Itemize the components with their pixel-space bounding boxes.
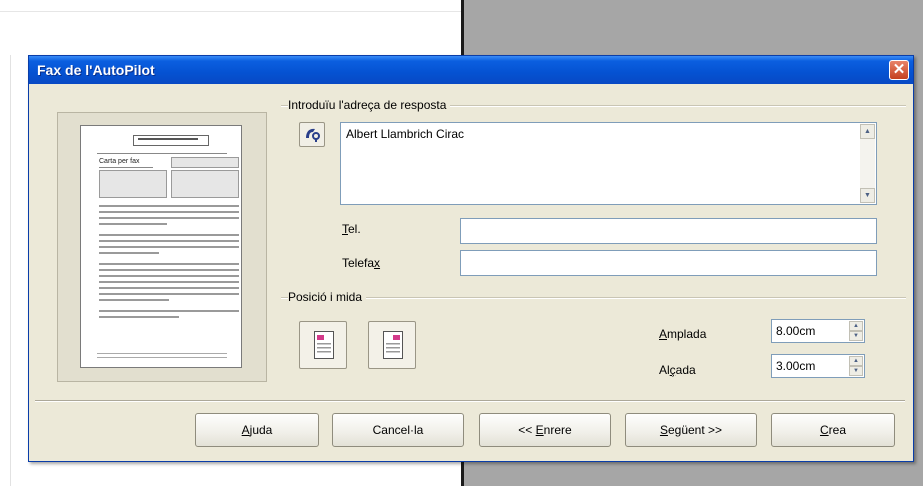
preview-text-line [99, 246, 239, 248]
arrow-up-icon: ▲ [864, 128, 871, 135]
window-title: Fax de l'AutoPilot [37, 62, 155, 78]
address-book-button[interactable] [299, 122, 325, 147]
help-button[interactable]: Ajuda [195, 413, 319, 447]
preview-text-line [99, 299, 169, 301]
dialog-body: Carta per fax Introduïu l'adreça de resp… [29, 84, 913, 461]
height-label: Alçada [659, 363, 696, 377]
preview-text-line [99, 211, 239, 213]
next-button[interactable]: Següent >> [625, 413, 757, 447]
width-label: Amplada [659, 327, 707, 341]
preview-text-line [99, 205, 239, 207]
back-button[interactable]: << Enrere [479, 413, 611, 447]
preview-text-line [99, 252, 159, 254]
preview-title-box [133, 135, 209, 146]
preview-text-line [99, 310, 239, 312]
fax-label: Telefax [342, 256, 381, 270]
preview-heading-text: Carta per fax [99, 158, 140, 165]
close-button[interactable]: ✕ [889, 60, 909, 80]
create-button[interactable]: Crea [771, 413, 895, 447]
preview-text-line [99, 316, 179, 318]
background-ruler-line [0, 11, 463, 12]
preview-recipient-box [171, 170, 239, 198]
height-decrease-button[interactable]: ▼ [849, 366, 863, 376]
preview-text-line [99, 269, 239, 271]
scroll-up-button[interactable]: ▲ [860, 124, 875, 139]
preview-text-line [99, 281, 239, 283]
preview-text-line [99, 240, 239, 242]
title-bar[interactable]: Fax de l'AutoPilot ✕ [29, 56, 913, 84]
reply-address-textarea[interactable]: Albert Llambrich Cirac ▲ ▼ [340, 122, 877, 205]
fax-input[interactable] [460, 250, 877, 276]
position-right-button[interactable] [368, 321, 416, 369]
position-size-group-label: Posició i mida [288, 290, 367, 304]
address-book-icon [306, 128, 320, 142]
reply-address-group-label: Introduïu l'adreça de resposta [288, 98, 451, 112]
position-left-button[interactable] [299, 321, 347, 369]
preview-heading-underline [99, 167, 153, 168]
preview-text-line [99, 234, 239, 236]
cancel-button[interactable]: Cancel·la [332, 413, 464, 447]
page-layout-left-icon [314, 331, 334, 359]
preview-text-line [99, 275, 239, 277]
preview-text-line [99, 293, 239, 295]
fax-preview-page: Carta per fax [80, 125, 242, 368]
height-spinner-buttons: ▲ ▼ [849, 356, 863, 376]
preview-header-box [171, 157, 239, 168]
preview-text-line [99, 287, 239, 289]
preview-rule [97, 153, 227, 154]
width-decrease-button[interactable]: ▼ [849, 331, 863, 341]
width-spinner[interactable]: 8.00cm ▲ ▼ [771, 319, 865, 343]
preview-panel: Carta per fax [57, 112, 267, 382]
preview-sender-box [99, 170, 167, 198]
phone-input[interactable] [460, 218, 877, 244]
height-value: 3.00cm [776, 359, 816, 373]
preview-text-line [99, 263, 239, 265]
arrow-down-icon: ▼ [864, 192, 871, 199]
height-increase-button[interactable]: ▲ [849, 356, 863, 366]
page-layout-right-icon [383, 331, 403, 359]
phone-label: Tel. [342, 222, 361, 236]
button-separator [35, 400, 905, 402]
preview-text-line [99, 223, 167, 225]
fax-autopilot-dialog: Fax de l'AutoPilot ✕ Carta per fax Intro… [28, 55, 914, 462]
width-value: 8.00cm [776, 324, 816, 338]
close-icon: ✕ [892, 61, 906, 78]
preview-footer-line [97, 357, 227, 358]
reply-address-text: Albert Llambrich Cirac [346, 127, 465, 141]
scroll-down-button[interactable]: ▼ [860, 188, 875, 203]
height-spinner[interactable]: 3.00cm ▲ ▼ [771, 354, 865, 378]
position-size-group-line [281, 297, 906, 299]
address-scrollbar[interactable]: ▲ ▼ [860, 124, 875, 203]
width-spinner-buttons: ▲ ▼ [849, 321, 863, 341]
preview-footer-line [97, 353, 227, 354]
width-increase-button[interactable]: ▲ [849, 321, 863, 331]
preview-text-line [99, 217, 239, 219]
